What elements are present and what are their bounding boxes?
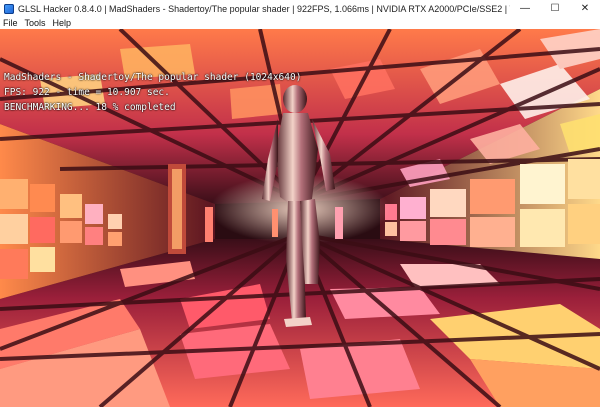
window-controls: — ☐ ✕	[510, 0, 600, 17]
maximize-button[interactable]: ☐	[540, 0, 570, 17]
close-icon: ✕	[580, 3, 590, 14]
menu-file[interactable]: File	[0, 18, 22, 28]
maximize-icon: ☐	[550, 3, 560, 14]
menu-bar: File Tools Help	[0, 17, 600, 29]
benchmark-overlay: MadShaders - Shadertoy/The popular shade…	[4, 70, 301, 115]
render-viewport[interactable]: MadShaders - Shadertoy/The popular shade…	[0, 29, 600, 407]
minimize-button[interactable]: —	[510, 0, 540, 17]
overlay-shader-name: MadShaders - Shadertoy/The popular shade…	[4, 72, 302, 83]
menu-tools[interactable]: Tools	[22, 18, 50, 28]
overlay-fps: FPS: 922 - time = 10.907 sec.	[4, 87, 170, 98]
minimize-icon: —	[520, 3, 530, 14]
menu-help[interactable]: Help	[50, 18, 76, 28]
overlay-progress: BENCHMARKING... 18 % completed	[4, 102, 176, 113]
window-title: GLSL Hacker 0.8.4.0 | MadShaders - Shade…	[18, 3, 510, 14]
close-button[interactable]: ✕	[570, 0, 600, 17]
app-window: GLSL Hacker 0.8.4.0 | MadShaders - Shade…	[0, 0, 600, 407]
title-bar[interactable]: GLSL Hacker 0.8.4.0 | MadShaders - Shade…	[0, 0, 600, 17]
app-icon	[4, 3, 14, 14]
